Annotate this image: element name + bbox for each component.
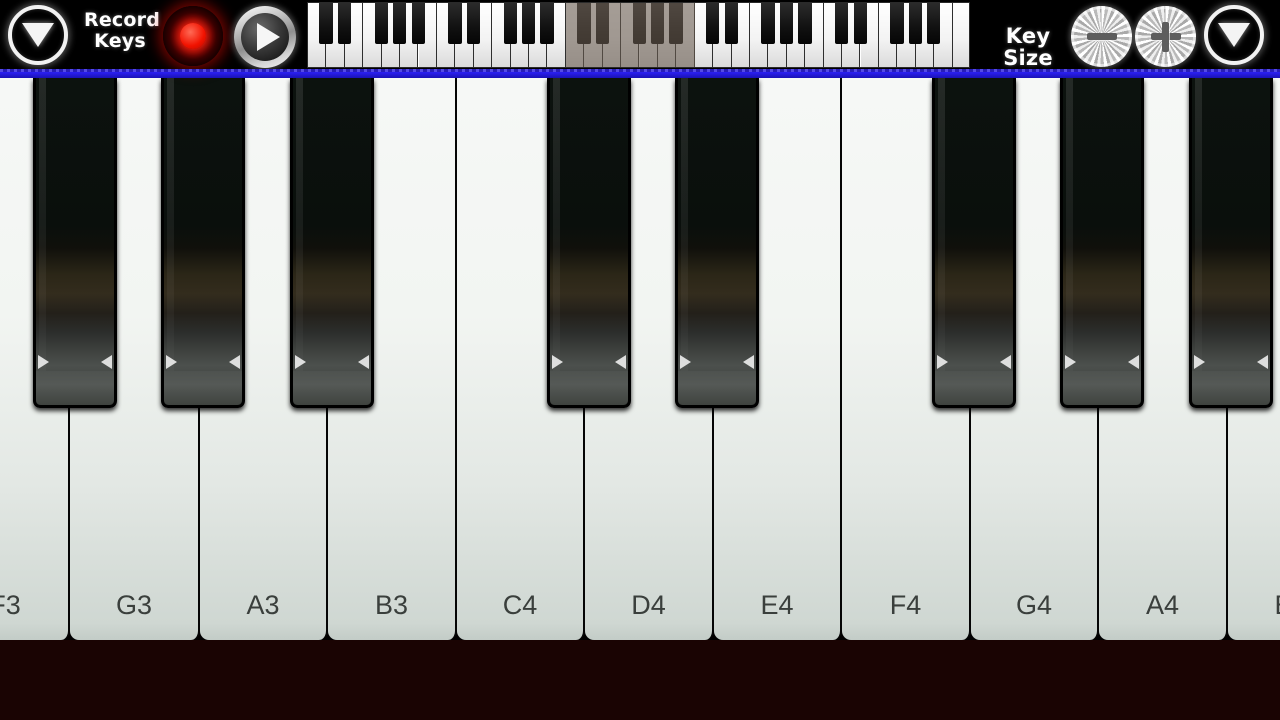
mini-black-key <box>706 3 720 44</box>
mini-black-key <box>595 3 609 44</box>
record-keys-label-line1: Record <box>84 9 161 31</box>
white-key-label: B4 <box>1228 590 1280 621</box>
black-key-tri-r <box>615 355 626 369</box>
mini-keyboard-overview[interactable] <box>307 2 970 68</box>
plus-icon-vertical <box>1162 21 1169 52</box>
black-key-tri-r <box>1128 355 1139 369</box>
chevron-down-icon-right[interactable] <box>1204 5 1264 65</box>
black-key-tri-r <box>358 355 369 369</box>
white-key-label: G4 <box>1015 590 1053 620</box>
black-key-gloss <box>681 78 688 378</box>
black-key-pad <box>935 371 1013 405</box>
black-key-tri-r <box>743 355 754 369</box>
play-button-inner <box>241 13 289 61</box>
black-key-pad <box>550 371 628 405</box>
black-key-tri-l <box>38 355 49 369</box>
mini-black-key <box>319 3 333 44</box>
black-key-tri-l <box>1065 355 1076 369</box>
white-key-label: A3 <box>246 590 280 620</box>
black-key-tri-l <box>166 355 177 369</box>
black-key-gloss <box>553 78 560 378</box>
black-key-gloss <box>167 78 174 378</box>
play-triangle-icon <box>256 23 280 51</box>
mini-black-key <box>761 3 775 44</box>
mini-black-key <box>393 3 407 44</box>
black-key-pad <box>678 371 756 405</box>
mini-black-key <box>632 3 646 44</box>
black-key-gloss <box>1195 78 1202 378</box>
mini-black-key <box>908 3 922 44</box>
white-key-label: A4 <box>1145 590 1180 620</box>
record-keys-label-line2: Keys <box>94 30 146 52</box>
black-key-gloss <box>1066 78 1073 378</box>
white-key-label: F4 <box>889 590 922 620</box>
mini-black-key <box>798 3 812 44</box>
black-key-pad <box>1192 371 1270 405</box>
black-key-tri-l <box>552 355 563 369</box>
white-key-label: F3 <box>0 590 21 620</box>
black-key-tri-r <box>1257 355 1268 369</box>
black-key-tri-l <box>937 355 948 369</box>
mini-black-key <box>522 3 536 44</box>
black-key-tri-r <box>101 355 112 369</box>
accent-divider <box>0 69 1280 78</box>
black-key-dsharp4[interactable] <box>675 78 759 408</box>
white-key-label: C4 <box>502 590 538 620</box>
key-size-label: Key Size <box>1003 24 1053 70</box>
black-key-asharp3[interactable] <box>290 78 374 408</box>
mini-black-key <box>724 3 738 44</box>
top-toolbar: Record Keys Key Size <box>0 0 1280 70</box>
mini-black-key <box>411 3 425 44</box>
mini-black-key <box>853 3 867 44</box>
bottom-bar: Olymp Trade 4.1 ★ GRATIS Google Play <box>0 640 1280 720</box>
black-key-tri-r <box>1000 355 1011 369</box>
black-key-csharp4[interactable] <box>547 78 631 408</box>
minus-icon <box>1086 33 1117 40</box>
mini-black-key <box>503 3 517 44</box>
mini-white-key <box>952 3 969 67</box>
black-key-pad <box>1063 371 1141 405</box>
black-key-gloss <box>938 78 945 378</box>
mini-black-key <box>669 3 683 44</box>
chevron-down-glyph <box>1218 23 1250 47</box>
mini-black-key <box>337 3 352 44</box>
mini-black-key <box>650 3 665 44</box>
mini-black-key <box>448 3 462 44</box>
mini-black-key <box>374 3 388 44</box>
black-key-tri-l <box>295 355 306 369</box>
black-key-gloss <box>296 78 303 378</box>
black-key-tri-l <box>680 355 691 369</box>
black-key-asharp4[interactable] <box>1189 78 1273 408</box>
black-key-gloss <box>39 78 46 378</box>
black-key-gsharp3[interactable] <box>161 78 245 408</box>
black-key-fsharp3[interactable] <box>33 78 117 408</box>
black-key-fsharp4[interactable] <box>932 78 1016 408</box>
black-key-tri-l <box>1194 355 1205 369</box>
record-button[interactable] <box>163 6 223 66</box>
black-key-pad <box>293 371 371 405</box>
mini-black-key <box>540 3 554 44</box>
mini-black-key <box>577 3 591 44</box>
black-key-tri-r <box>229 355 240 369</box>
white-key-label: B3 <box>374 590 409 620</box>
chevron-down-glyph <box>22 23 54 47</box>
piano-keyboard[interactable]: F3 G3 A3 B3 C4 D4 E4 F4 G4 A4 B4 <box>0 78 1280 640</box>
mini-black-key <box>890 3 904 44</box>
mini-black-key <box>927 3 941 44</box>
black-key-pad <box>36 371 114 405</box>
chevron-down-icon-left[interactable] <box>8 5 68 65</box>
piano-app-screen: Record Keys Key Size F3G3A3B <box>0 0 1280 720</box>
mini-black-key <box>779 3 794 44</box>
key-size-decrease-button[interactable] <box>1071 6 1132 67</box>
white-key-label: D4 <box>631 590 666 620</box>
mini-black-key <box>835 3 849 44</box>
key-size-increase-button[interactable] <box>1135 6 1196 67</box>
mini-black-key <box>466 3 480 44</box>
play-button[interactable] <box>234 6 296 68</box>
black-key-pad <box>164 371 242 405</box>
white-key-label: G3 <box>115 590 153 620</box>
black-key-gsharp4[interactable] <box>1060 78 1144 408</box>
record-keys-label: Record Keys <box>84 9 161 52</box>
white-key-label: E4 <box>760 590 794 620</box>
